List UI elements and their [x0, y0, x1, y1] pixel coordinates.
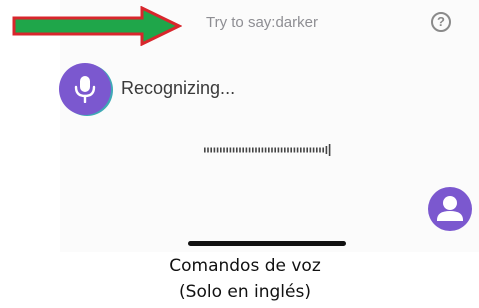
waveform-bar	[261, 147, 264, 153]
waveform-bar	[277, 147, 280, 153]
caption-line-2: (Solo en inglés)	[179, 282, 311, 302]
arrow-right-icon	[12, 6, 182, 46]
waveform-bar	[239, 147, 241, 153]
caption-line-1: Comandos de voz	[169, 256, 321, 276]
waveform-bar	[252, 147, 254, 153]
waveform-bar	[296, 147, 299, 153]
waveform-bar	[223, 147, 225, 153]
voice-hint-text: Try to say:darker	[206, 14, 318, 31]
waveform-bar	[322, 147, 324, 153]
audio-waveform	[204, 144, 331, 156]
waveform-bar	[325, 146, 328, 154]
waveform-bar	[280, 147, 283, 153]
waveform-bar	[303, 147, 305, 153]
waveform-bar	[258, 147, 260, 153]
waveform-bar	[207, 147, 209, 153]
waveform-bar	[229, 147, 232, 153]
waveform-bar	[213, 147, 216, 153]
waveform-bar	[284, 147, 286, 153]
waveform-bar	[290, 147, 292, 153]
user-avatar-button[interactable]	[428, 187, 472, 231]
waveform-bar	[264, 147, 267, 153]
waveform-bar	[226, 147, 228, 153]
waveform-bar	[268, 147, 270, 153]
waveform-bar	[312, 147, 315, 153]
waveform-bar	[255, 147, 257, 153]
waveform-bar	[309, 147, 312, 153]
waveform-bar	[236, 147, 238, 153]
recognition-status: Recognizing...	[121, 78, 236, 98]
waveform-bar	[245, 147, 248, 153]
person-icon	[437, 196, 463, 221]
microphone-icon	[74, 76, 96, 103]
waveform-bar	[248, 147, 251, 153]
waveform-bar	[242, 147, 244, 153]
waveform-bar	[300, 147, 302, 153]
microphone-button[interactable]	[59, 63, 111, 115]
waveform-bar	[287, 147, 289, 153]
waveform-bar	[216, 147, 219, 153]
question-circle-icon[interactable]: ?	[431, 12, 451, 32]
waveform-bar	[204, 147, 206, 153]
waveform-bar	[293, 147, 296, 153]
waveform-bar	[274, 147, 276, 153]
waveform-bar	[232, 147, 235, 153]
waveform-bar	[306, 147, 308, 153]
waveform-bar	[319, 147, 321, 153]
home-indicator[interactable]	[188, 241, 346, 246]
waveform-bar	[220, 147, 222, 153]
waveform-bar	[328, 144, 331, 156]
waveform-bar	[210, 147, 212, 153]
waveform-bar	[271, 147, 273, 153]
waveform-bar	[316, 147, 318, 153]
